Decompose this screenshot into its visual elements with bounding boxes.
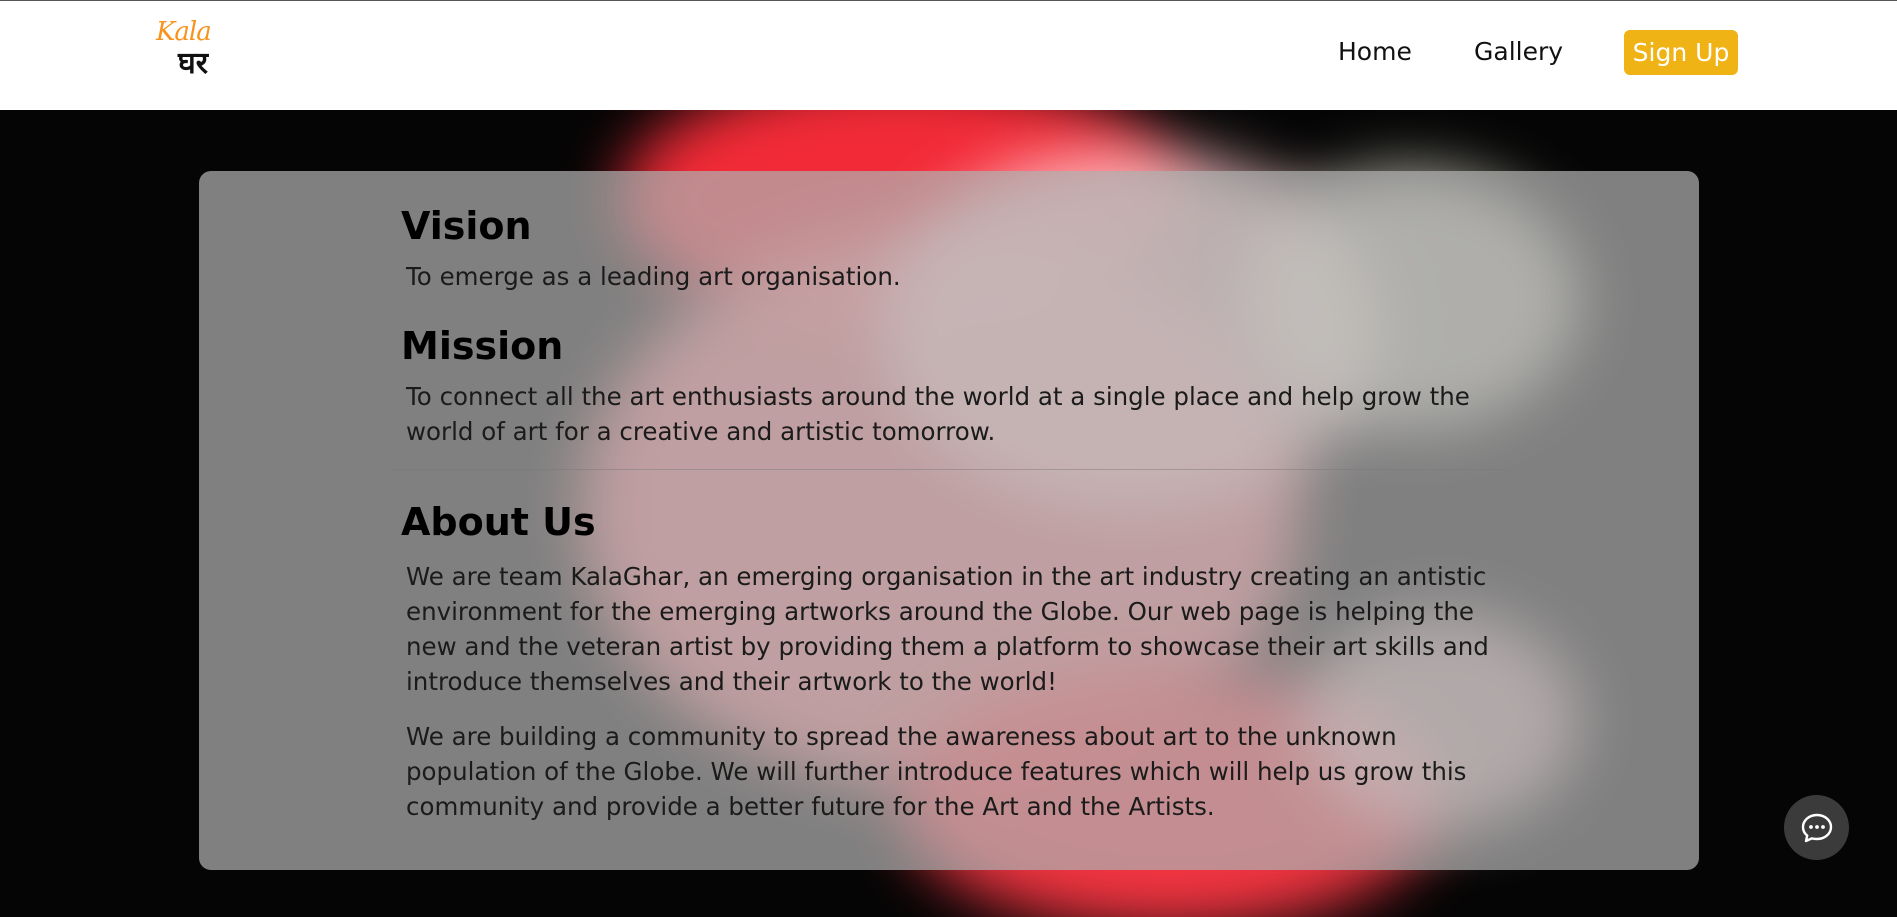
vision-text: To emerge as a leading art organisation. [406, 262, 901, 291]
about-us-paragraph-1: We are team KalaGhar, an emerging organi… [406, 562, 1489, 696]
mission-text: To connect all the art enthusiasts aroun… [406, 382, 1470, 446]
logo-text-top: Kala [156, 17, 212, 47]
chat-button[interactable] [1784, 795, 1849, 860]
kalaghar-logo[interactable]: Kala घर [156, 17, 220, 83]
mission-heading: Mission [401, 324, 564, 368]
about-us-heading: About Us [401, 500, 596, 544]
about-us-paragraph-2: We are building a community to spread th… [406, 722, 1467, 821]
section-divider [392, 469, 1507, 470]
vision-heading: Vision [401, 204, 532, 248]
navbar: Kala घर Home Gallery Sign Up [0, 0, 1897, 110]
nav-home-link[interactable]: Home [1338, 35, 1412, 69]
logo-text-bottom: घर [178, 46, 208, 81]
nav-gallery-link[interactable]: Gallery [1474, 35, 1563, 69]
sign-up-button[interactable]: Sign Up [1624, 30, 1738, 75]
info-panel: Vision To emerge as a leading art organi… [199, 171, 1699, 870]
chat-bubble-icon [1801, 813, 1832, 842]
